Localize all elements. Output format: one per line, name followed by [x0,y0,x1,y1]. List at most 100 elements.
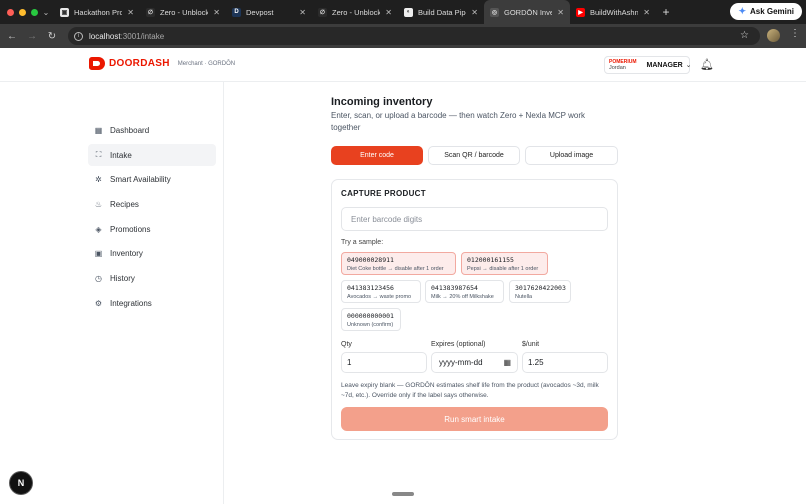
sidebar-item-intake[interactable]: ⛶ Intake [88,144,216,166]
sidebar-item-history[interactable]: ◷ History [88,267,216,289]
reload-icon[interactable]: ↻ [42,31,62,42]
user-role: MANAGER [646,61,683,69]
sidebar: ▦ Dashboard ⛶ Intake ✲ Smart Availabilit… [0,82,224,504]
close-window-button[interactable] [7,8,14,16]
qty-field[interactable]: 1 [341,352,427,373]
mode-upload-image-button[interactable]: Upload image [525,146,618,165]
sample-chip[interactable]: 041383123456 Avocados → waste promo [341,280,421,303]
new-tab-button[interactable]: + [656,5,676,19]
tab-close-icon[interactable]: ✕ [213,8,220,17]
tab-close-icon[interactable]: ✕ [471,8,478,17]
sample-chip[interactable]: 041383987654 Milk → 20% off Milkshake [425,280,504,303]
tab-close-icon[interactable]: ✕ [127,8,134,17]
mode-scan-barcode-button[interactable]: Scan QR / barcode [428,146,520,165]
sample-description: Avocados → waste promo [347,293,412,300]
url-field[interactable]: i localhost:3001/intake [68,27,760,45]
clock-icon: ◷ [95,273,102,283]
sidebar-item-label: Dashboard [110,125,150,135]
bookmark-star-icon[interactable]: ☆ [740,30,749,41]
sample-description: Milk → 20% off Milkshake [431,293,494,300]
ask-gemini-label: Ask Gemini [749,7,794,16]
nextjs-dev-badge[interactable]: N [10,472,32,494]
browser-menu-icon[interactable]: ⋮ [790,28,800,39]
expiry-help-text: Leave expiry blank — GORDŌN estimates sh… [341,382,599,399]
tab-close-icon[interactable]: ✕ [385,8,392,17]
browser-tab-active[interactable]: ◎ GORDŌN Invent ✕ [484,0,570,24]
grid-icon: ▦ [94,125,103,135]
back-arrow-icon[interactable]: ← [2,31,22,42]
user-identity: POMERIUM Jordan [609,59,637,71]
card-title: CAPTURE PRODUCT [341,189,426,198]
scan-icon: ⛶ [95,150,102,159]
qty-label: Qty [341,341,352,348]
qty-value: 1 [347,358,352,367]
barcode-input[interactable] [341,207,608,231]
browser-tab[interactable]: ▶ BuildWithAshna ✕ [570,0,656,24]
sidebar-item-integrations[interactable]: ⚙ Integrations [88,292,216,314]
mode-enter-code-button[interactable]: Enter code [331,146,423,165]
notifications-bell-icon[interactable]: 🔔︎ [700,58,714,71]
maximize-window-button[interactable] [31,8,38,16]
sample-chip[interactable]: 049000028911 Diet Coke bottle → disable … [341,252,456,275]
app-header: DOORDASH Merchant · GORDŌN POMERIUM Jord… [0,48,806,82]
gemini-sparkle-icon: ✦ [738,6,746,16]
sample-chip[interactable]: 3017620422003 Nutella [509,280,571,303]
minimize-window-button[interactable] [19,8,26,16]
expires-label: Expires (optional) [431,341,486,348]
scroll-handle[interactable] [392,492,414,496]
browser-tab[interactable]: ∅ Zero - Unblock ✕ [140,0,226,24]
box-icon: ▣ [94,248,103,258]
sample-code: 012000161155 [467,255,514,264]
tab-close-icon[interactable]: ✕ [299,8,306,17]
calendar-icon[interactable]: ▦ [503,358,511,367]
expires-placeholder: yyyy-mm-dd [439,358,483,367]
sidebar-item-recipes[interactable]: ♨ Recipes [88,193,216,215]
url-path: :3001/intake [120,31,165,41]
url-text[interactable]: localhost:3001/intake [89,32,164,41]
tab-favicon-icon: D [232,7,241,17]
sidebar-item-promotions[interactable]: ◈ Promotions [88,218,216,240]
profile-avatar[interactable] [767,29,780,42]
window-controls [0,8,38,16]
sidebar-item-smart-availability[interactable]: ✲ Smart Availability [88,168,216,190]
user-role-switcher[interactable]: POMERIUM Jordan MANAGER ⌄ [604,56,692,74]
sample-code: 041383987654 [431,283,478,292]
sidebar-item-label: Smart Availability [110,174,171,184]
sample-chip[interactable]: 012000161155 Pepsi → disable after 1 ord… [461,252,548,275]
browser-tab[interactable]: ▣ Hackathon Prod ✕ [54,0,140,24]
sample-description: Unknown (confirm) [347,321,394,328]
tab-title: Zero - Unblock [332,7,381,17]
tab-close-icon[interactable]: ✕ [643,8,650,17]
browser-address-bar: ← → ↻ i localhost:3001/intake [0,24,806,48]
tag-icon: ◈ [95,224,102,234]
brand-subtitle: Merchant · GORDŌN [177,60,236,67]
tab-favicon-icon: ∅ [146,7,155,17]
browser-tab[interactable]: D Devpost ✕ [226,0,312,24]
tab-favicon-icon: ◐ [404,7,413,17]
sample-label: Try a sample: [341,239,384,246]
site-info-icon[interactable]: i [74,31,83,41]
sample-chip[interactable]: 000000000001 Unknown (confirm) [341,308,401,331]
run-smart-intake-button[interactable]: Run smart intake [341,407,608,431]
browser-tab[interactable]: ∅ Zero - Unblock ✕ [312,0,398,24]
sidebar-item-label: History [110,273,135,283]
sidebar-item-label: Promotions [110,224,151,234]
tab-close-icon[interactable]: ✕ [557,8,564,17]
sample-code: 000000000001 [347,311,394,320]
page-subtitle: Enter, scan, or upload a barcode — then … [331,111,585,132]
ask-gemini-button[interactable]: ✦ Ask Gemini [730,3,802,20]
tab-title: Devpost [246,7,274,17]
tab-title: Build Data Pipel [418,7,467,17]
sidebar-item-dashboard[interactable]: ▦ Dashboard [88,119,216,141]
sidebar-item-inventory[interactable]: ▣ Inventory [88,242,216,264]
unit-price-label: $/unit [522,341,540,348]
sidebar-item-label: Inventory [110,248,143,258]
browser-tab[interactable]: ◐ Build Data Pipel ✕ [398,0,484,24]
sample-description: Diet Coke bottle → disable after 1 order [347,265,444,272]
unit-price-field[interactable]: 1.25 [522,352,608,373]
url-host: localhost [89,31,121,41]
expires-date-field[interactable]: yyyy-mm-dd ▦ [431,352,518,373]
forward-arrow-icon[interactable]: → [22,31,42,42]
tab-search-chevron-icon[interactable]: ⌄ [38,8,54,17]
doordash-logo[interactable]: DOORDASH Merchant · GORDŌN [89,57,235,70]
